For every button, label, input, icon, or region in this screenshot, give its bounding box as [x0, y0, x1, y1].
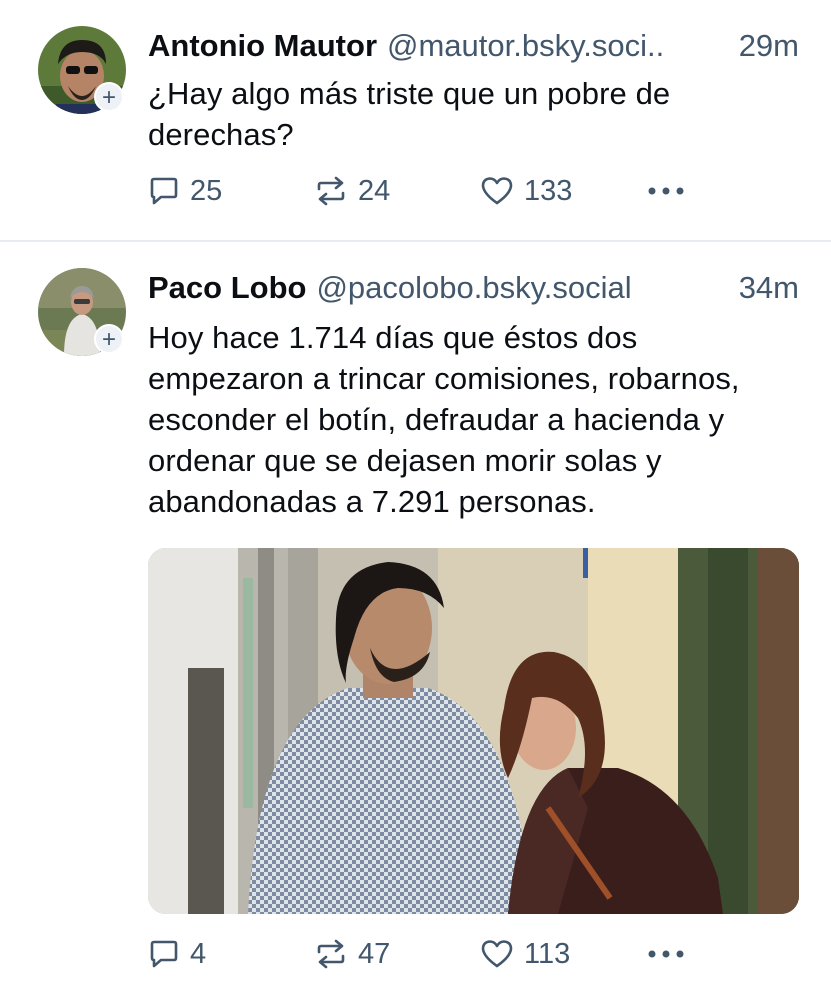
follow-button[interactable]: + [94, 324, 124, 354]
repost-count: 24 [358, 174, 391, 207]
heart-icon [481, 177, 513, 205]
post-header: Antonio Mautor @mautor.bsky.soci.. 29m [148, 28, 799, 68]
like-count: 133 [524, 174, 573, 207]
post-actions: 25 24 133 [148, 171, 791, 211]
follow-button[interactable]: + [94, 82, 124, 112]
repost-icon [317, 176, 345, 206]
handle[interactable]: @mautor.bsky.soci.. [387, 28, 664, 64]
reply-count: 4 [190, 937, 207, 970]
reply-icon [150, 177, 178, 205]
display-name[interactable]: Paco Lobo [148, 270, 306, 306]
like-button[interactable]: 113 [480, 934, 570, 974]
post-image[interactable] [148, 548, 799, 914]
timestamp[interactable]: 34m [725, 270, 799, 306]
post-header: Paco Lobo @pacolobo.bsky.social 34m [148, 270, 799, 310]
more-icon [648, 187, 684, 195]
post[interactable]: + Paco Lobo @pacolobo.bsky.social 34m Ho… [0, 242, 831, 1002]
more-options-button[interactable] [646, 171, 686, 211]
heart-icon [481, 940, 513, 968]
like-count: 113 [524, 937, 571, 970]
timestamp[interactable]: 29m [725, 28, 799, 64]
handle[interactable]: @pacolobo.bsky.social [316, 270, 631, 306]
display-name[interactable]: Antonio Mautor [148, 28, 377, 64]
reply-button[interactable]: 25 [148, 171, 222, 211]
repost-button[interactable]: 24 [314, 171, 390, 211]
post-text: ¿Hay algo más triste que un pobre de der… [148, 76, 671, 152]
like-button[interactable]: 133 [480, 171, 572, 211]
street-photo [148, 548, 799, 914]
post-actions: 4 47 113 [148, 934, 791, 974]
post[interactable]: + Antonio Mautor @mautor.bsky.soci.. 29m… [0, 0, 831, 240]
reply-icon [150, 940, 178, 968]
more-options-button[interactable] [646, 934, 686, 974]
repost-count: 47 [358, 937, 391, 970]
post-text: Hoy hace 1.714 días que éstos dos empeza… [148, 320, 740, 519]
more-icon [648, 950, 684, 958]
repost-icon [317, 939, 345, 969]
repost-button[interactable]: 47 [314, 934, 390, 974]
reply-count: 25 [190, 174, 223, 207]
reply-button[interactable]: 4 [148, 934, 206, 974]
